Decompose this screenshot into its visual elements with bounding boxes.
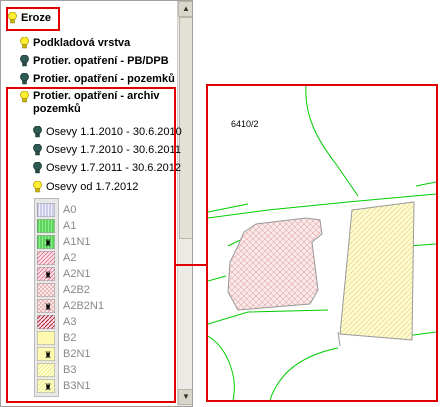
vertical-scrollbar[interactable]: ▲ ▼	[177, 1, 192, 406]
connector-line	[174, 264, 207, 266]
scroll-up-button[interactable]: ▲	[178, 1, 192, 17]
highlight-eroze	[6, 7, 60, 31]
bulb-off-icon	[20, 73, 29, 85]
tree-item-pb-dpb[interactable]: Protier. opatření - PB/DPB	[20, 55, 169, 67]
parcel-a2b2[interactable]	[227, 217, 323, 311]
tree-item-label: Protier. opatření - PB/DPB	[33, 55, 169, 67]
map-view[interactable]: 6410/2	[206, 84, 438, 402]
tree-item-label: Podkladová vrstva	[33, 37, 131, 49]
highlight-archiv-group	[6, 87, 176, 403]
tree-item-podkladova-vrstva[interactable]: Podkladová vrstva	[20, 37, 130, 49]
map-canvas	[208, 86, 436, 400]
tree-item-label: Protier. opatření - pozemků	[33, 73, 175, 85]
tree-item-pozemku[interactable]: Protier. opatření - pozemků	[20, 73, 175, 85]
parcel-number-label: 6410/2	[231, 119, 259, 129]
parcel-b3[interactable]	[339, 201, 415, 341]
bulb-off-icon	[20, 55, 29, 67]
scroll-down-button[interactable]: ▼	[178, 389, 192, 405]
bulb-on-icon	[20, 37, 29, 49]
layer-tree-panel: ▲ ▼ Eroze Podkladová vrstva Protier. opa…	[0, 0, 193, 407]
